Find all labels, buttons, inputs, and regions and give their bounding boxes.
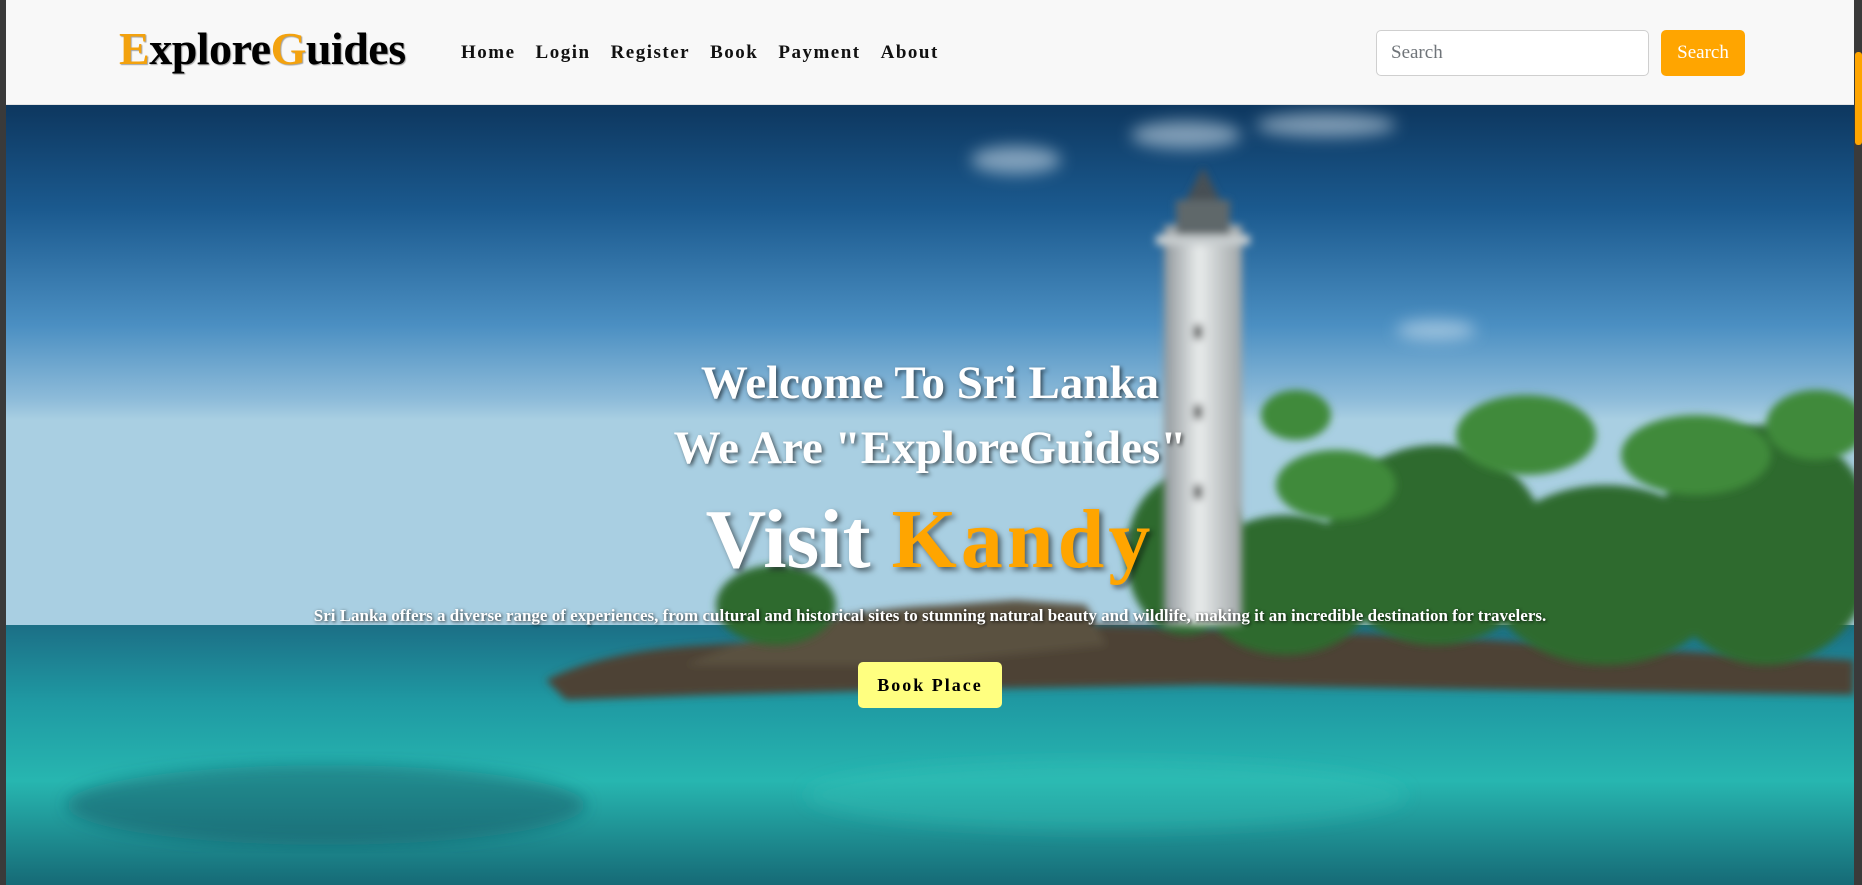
nav-register[interactable]: Register bbox=[611, 38, 691, 68]
hero-tagline: We Are "ExploreGuides" bbox=[673, 422, 1187, 474]
visit-place-name: Kandy bbox=[891, 493, 1155, 586]
nav-about[interactable]: About bbox=[881, 38, 939, 68]
site-header: ExploreGuides Home Login Register Book P… bbox=[6, 0, 1854, 105]
book-place-button[interactable]: Book Place bbox=[858, 662, 1002, 708]
logo-letter-g: G bbox=[270, 23, 307, 74]
main-nav: Home Login Register Book Payment About bbox=[461, 38, 959, 68]
nav-home[interactable]: Home bbox=[461, 38, 516, 68]
hero-section: Welcome To Sri Lanka We Are "ExploreGuid… bbox=[6, 105, 1854, 885]
logo-letter-e: E bbox=[119, 23, 150, 74]
search-button[interactable]: Search bbox=[1661, 30, 1745, 76]
nav-book[interactable]: Book bbox=[710, 38, 758, 68]
nav-login[interactable]: Login bbox=[536, 38, 591, 68]
page: ExploreGuides Home Login Register Book P… bbox=[0, 0, 1862, 885]
hero-welcome-heading: Welcome To Sri Lanka bbox=[700, 357, 1160, 409]
nav-payment[interactable]: Payment bbox=[778, 38, 860, 68]
search-input[interactable] bbox=[1376, 30, 1649, 76]
visit-prefix: Visit bbox=[705, 493, 871, 586]
page-scrollbar-thumb[interactable] bbox=[1855, 52, 1862, 145]
logo[interactable]: ExploreGuides bbox=[119, 18, 406, 80]
hero-visit-heading: Visit Kandy bbox=[6, 490, 1854, 590]
logo-text-1: xplore bbox=[149, 23, 271, 74]
logo-text-2: uides bbox=[305, 23, 406, 74]
hero-content: Welcome To Sri Lanka We Are "ExploreGuid… bbox=[6, 105, 1854, 885]
hero-description: Sri Lanka offers a diverse range of expe… bbox=[313, 606, 1547, 625]
